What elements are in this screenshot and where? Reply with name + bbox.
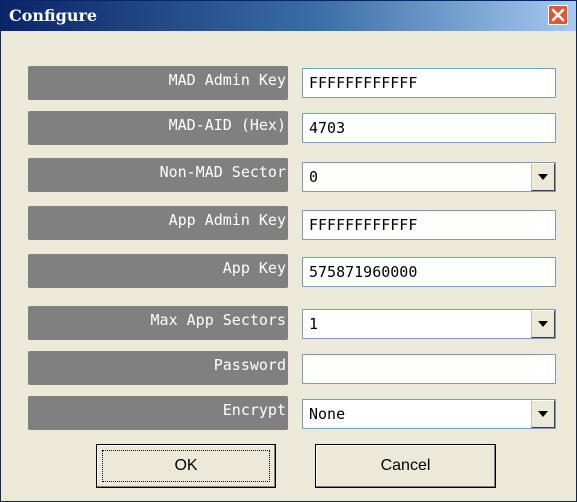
app-admin-key-value: FFFFFFFFFFFF — [309, 216, 418, 234]
cancel-button-label: Cancel — [380, 457, 431, 474]
non-mad-sector-value: 0 — [309, 168, 319, 186]
chevron-down-icon — [538, 174, 548, 180]
password-field[interactable] — [302, 354, 556, 384]
app-admin-key-field[interactable]: FFFFFFFFFFFF — [302, 210, 556, 240]
mad-aid-field[interactable]: 4703 — [302, 113, 556, 143]
encrypt-value: None — [309, 405, 346, 423]
label-app-admin-key: App Admin Key — [28, 206, 288, 240]
label-mad-aid: MAD-AID (Hex) — [28, 111, 288, 145]
encrypt-dropdown-button[interactable] — [531, 400, 555, 428]
configure-dialog: Configure MAD Admin Key FFFFFFFFFFFF MAD… — [0, 0, 577, 502]
label-password: Password — [28, 351, 288, 385]
app-key-field[interactable]: 575871960000 — [302, 257, 556, 287]
max-app-sectors-select[interactable]: 1 — [302, 309, 556, 339]
label-app-key: App Key — [28, 254, 288, 288]
label-encrypt: Encrypt — [28, 396, 288, 430]
max-app-sectors-value: 1 — [309, 315, 319, 333]
title-bar[interactable]: Configure — [1, 1, 576, 31]
focus-rectangle — [102, 450, 270, 482]
app-key-value: 575871960000 — [309, 263, 418, 281]
max-app-sectors-dropdown-button[interactable] — [531, 310, 555, 338]
non-mad-sector-dropdown-button[interactable] — [531, 163, 555, 191]
label-max-app-sectors: Max App Sectors — [28, 306, 288, 340]
cancel-button[interactable]: Cancel — [315, 444, 496, 488]
close-icon — [551, 8, 565, 22]
encrypt-select[interactable]: None — [302, 399, 556, 429]
label-non-mad-sector: Non-MAD Sector — [28, 158, 288, 192]
ok-button[interactable]: OK — [96, 444, 276, 488]
close-button[interactable] — [548, 5, 568, 25]
window-title: Configure — [9, 6, 98, 25]
mad-aid-value: 4703 — [309, 119, 346, 137]
non-mad-sector-select[interactable]: 0 — [302, 162, 556, 192]
label-mad-admin-key: MAD Admin Key — [28, 66, 288, 100]
chevron-down-icon — [538, 321, 548, 327]
chevron-down-icon — [538, 411, 548, 417]
mad-admin-key-value: FFFFFFFFFFFF — [309, 74, 418, 92]
mad-admin-key-field[interactable]: FFFFFFFFFFFF — [302, 68, 556, 98]
